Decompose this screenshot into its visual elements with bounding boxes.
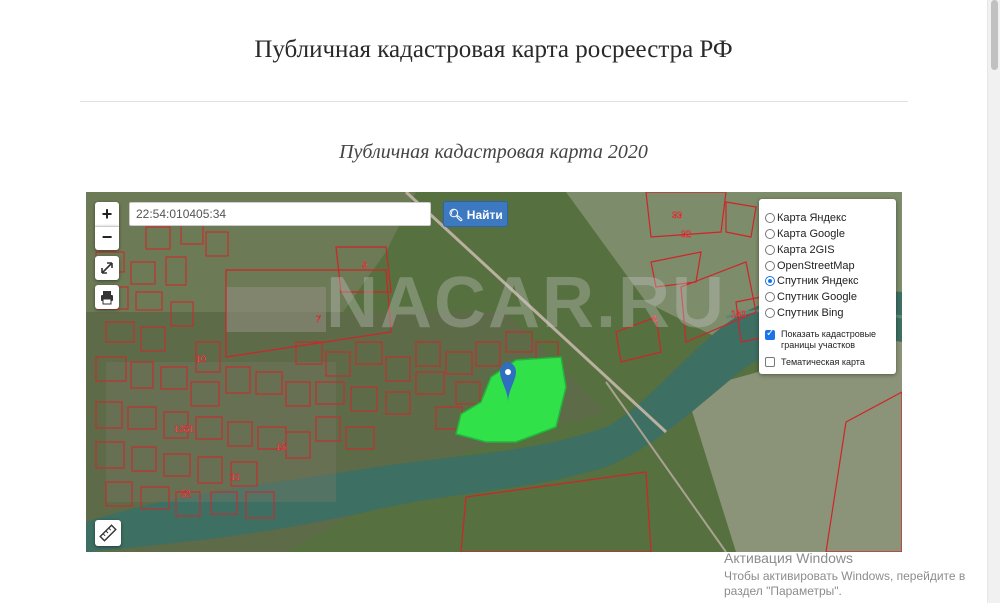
search-icon: 🔍︎	[448, 208, 464, 222]
parcel-label: 7	[316, 314, 321, 324]
layer-radio[interactable]	[765, 308, 775, 318]
layer-option[interactable]: Карта Google	[765, 227, 845, 241]
search-button-label: Найти	[466, 208, 503, 222]
parcel-label: 1281	[174, 424, 194, 434]
layer-label: Карта 2GIS	[777, 244, 835, 256]
cadastral-number-input[interactable]	[129, 202, 431, 226]
activation-text: Чтобы активировать Windows, перейдите в …	[724, 569, 966, 598]
layer-label: Спутник Google	[777, 291, 857, 303]
checkbox-label: Тематическая карта	[781, 356, 865, 367]
layer-radio-selected[interactable]	[765, 276, 775, 286]
cadastral-boundaries-option[interactable]: Показать кадастровые границы участков	[765, 328, 881, 353]
layer-radio[interactable]	[765, 213, 775, 223]
windows-activation-notice: Активация Windows Чтобы активировать Win…	[724, 550, 974, 599]
layer-label: OpenStreetMap	[777, 260, 855, 272]
boundaries-checkbox[interactable]	[765, 328, 775, 340]
zoom-in-button[interactable]: +	[95, 202, 119, 226]
fullscreen-button[interactable]	[95, 256, 119, 280]
divider	[80, 101, 908, 102]
layers-panel: Карта Яндекс Карта Google Карта 2GIS Ope…	[759, 199, 896, 374]
layer-radio[interactable]	[765, 261, 775, 271]
layer-label: Спутник Яндекс	[777, 275, 859, 287]
search-button[interactable]: 🔍︎ Найти	[443, 201, 508, 227]
thematic-checkbox[interactable]	[765, 357, 775, 367]
ruler-icon	[99, 524, 117, 542]
scrollbar-thumb[interactable]	[991, 0, 998, 70]
layer-radio[interactable]	[765, 292, 775, 302]
layer-option[interactable]: Спутник Bing	[765, 306, 844, 320]
layer-radio[interactable]	[765, 229, 775, 239]
parcel-label: 32	[681, 229, 691, 239]
page-subtitle: Публичная кадастровая карта 2020	[339, 141, 648, 163]
page-title: Публичная кадастровая карта росреестра Р…	[254, 36, 733, 63]
layer-label: Карта Google	[777, 228, 845, 240]
cadastral-map[interactable]: 9 7 10 3 33 32 140 1281 11 15 52 NACAR.R…	[86, 192, 902, 552]
parcel-label: 11	[231, 472, 240, 482]
layer-option[interactable]: Спутник Google	[765, 290, 857, 304]
layer-option[interactable]: Карта Яндекс	[765, 211, 846, 225]
layer-option[interactable]: OpenStreetMap	[765, 259, 855, 273]
parcel-label: 140	[731, 309, 746, 319]
printer-icon	[101, 291, 113, 305]
parcel-label: 10	[196, 354, 206, 364]
page-scrollbar[interactable]	[987, 0, 1000, 603]
measure-button[interactable]	[95, 520, 121, 546]
watermark: NACAR.RU	[326, 263, 726, 343]
parcel-label: 15	[276, 442, 286, 452]
thematic-map-option[interactable]: Тематическая карта	[765, 355, 881, 369]
zoom-out-button[interactable]: −	[95, 226, 119, 250]
layer-label: Карта Яндекс	[777, 212, 847, 224]
parcel-label: 33	[672, 210, 682, 220]
layer-option[interactable]: Карта 2GIS	[765, 243, 835, 257]
print-button[interactable]	[95, 285, 119, 309]
activation-title: Активация Windows	[724, 550, 854, 566]
parcel-label: 52	[181, 489, 191, 499]
layer-label: Спутник Bing	[777, 307, 844, 319]
layer-option[interactable]: Спутник Яндекс	[765, 274, 859, 288]
expand-icon	[101, 262, 113, 274]
checkbox-label: Показать кадастровые границы участков	[781, 329, 877, 350]
layer-radio[interactable]	[765, 245, 775, 255]
